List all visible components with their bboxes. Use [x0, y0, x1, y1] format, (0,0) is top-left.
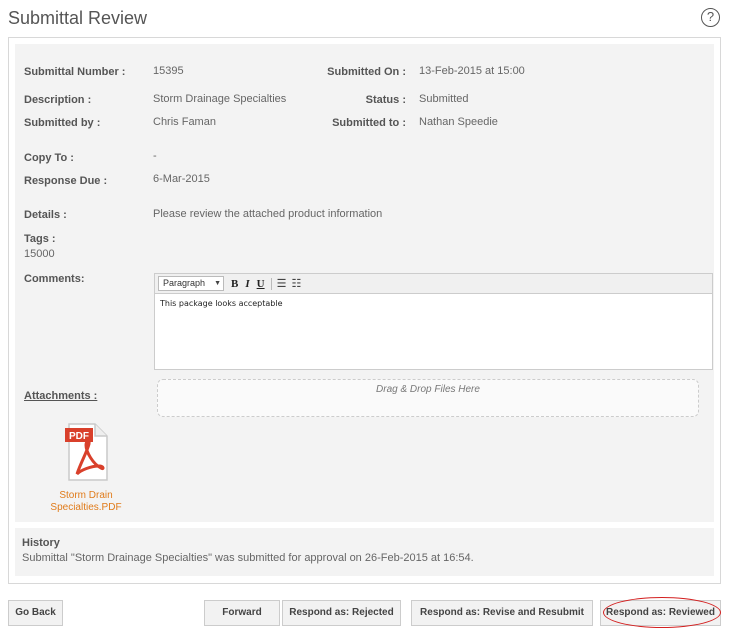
- page-title: Submittal Review: [8, 8, 148, 28]
- tags-label: Tags :: [24, 233, 56, 245]
- underline-button[interactable]: U: [257, 278, 265, 290]
- history-entry: Submittal "Storm Drainage Specialties" w…: [22, 552, 474, 564]
- tags-value: 15000: [24, 248, 55, 260]
- go-back-button[interactable]: Go Back: [8, 600, 63, 626]
- submittal-panel: Submittal Number : 15395 Submitted On : …: [8, 37, 721, 584]
- submitted-by-label: Submitted by :: [24, 117, 101, 129]
- response-due-value: 6-Mar-2015: [153, 173, 210, 185]
- italic-button[interactable]: I: [245, 278, 249, 290]
- pdf-file-icon[interactable]: PDF: [63, 422, 109, 482]
- chevron-down-icon: ▼: [214, 280, 221, 287]
- submittal-number-label: Submittal Number :: [24, 66, 126, 78]
- attachments-link[interactable]: Attachments :: [24, 390, 97, 402]
- attachment-file-link[interactable]: Storm Drain Specialties.PDF: [45, 490, 127, 514]
- submittal-number-value: 15395: [153, 65, 184, 77]
- submitted-to-label: Submitted to :: [332, 117, 406, 129]
- details-value: Please review the attached product infor…: [153, 208, 383, 220]
- copy-to-label: Copy To :: [24, 152, 74, 164]
- respond-rejected-button[interactable]: Respond as: Rejected: [282, 600, 401, 626]
- pdf-badge: PDF: [69, 431, 89, 442]
- history-title: History: [22, 537, 60, 549]
- submitted-on-label: Submitted On :: [327, 66, 406, 78]
- bold-button[interactable]: B: [231, 278, 238, 290]
- description-value: Storm Drainage Specialties: [153, 93, 287, 105]
- help-icon[interactable]: ?: [701, 8, 720, 27]
- copy-to-value: -: [153, 150, 157, 162]
- comments-label: Comments:: [24, 273, 85, 285]
- respond-revise-button[interactable]: Respond as: Revise and Resubmit: [411, 600, 593, 626]
- details-section: Submittal Number : 15395 Submitted On : …: [15, 44, 714, 522]
- status-value: Submitted: [419, 93, 469, 105]
- numbered-list-icon[interactable]: ☷: [291, 277, 301, 290]
- comments-text[interactable]: This package looks acceptable: [155, 294, 712, 313]
- submitted-on-value: 13-Feb-2015 at 15:00: [419, 65, 525, 77]
- history-section: History Submittal "Storm Drainage Specia…: [15, 528, 714, 576]
- toolbar-divider: [270, 277, 272, 290]
- comments-editor[interactable]: Paragraph ▼ B I U ☰ ☷ This package looks…: [154, 273, 713, 370]
- editor-toolbar: Paragraph ▼ B I U ☰ ☷: [155, 274, 712, 294]
- highlight-circle: [603, 597, 721, 628]
- bullet-list-icon[interactable]: ☰: [277, 277, 287, 290]
- status-label: Status :: [365, 94, 406, 106]
- details-label: Details :: [24, 209, 67, 221]
- format-select-value: Paragraph: [163, 278, 206, 288]
- submitted-by-value: Chris Faman: [153, 116, 216, 128]
- submitted-to-value: Nathan Speedie: [419, 116, 498, 128]
- format-select[interactable]: Paragraph ▼: [158, 276, 224, 291]
- response-due-label: Response Due :: [24, 175, 108, 187]
- forward-button[interactable]: Forward: [204, 600, 280, 626]
- drop-zone[interactable]: Drag & Drop Files Here: [157, 379, 699, 417]
- description-label: Description :: [24, 94, 92, 106]
